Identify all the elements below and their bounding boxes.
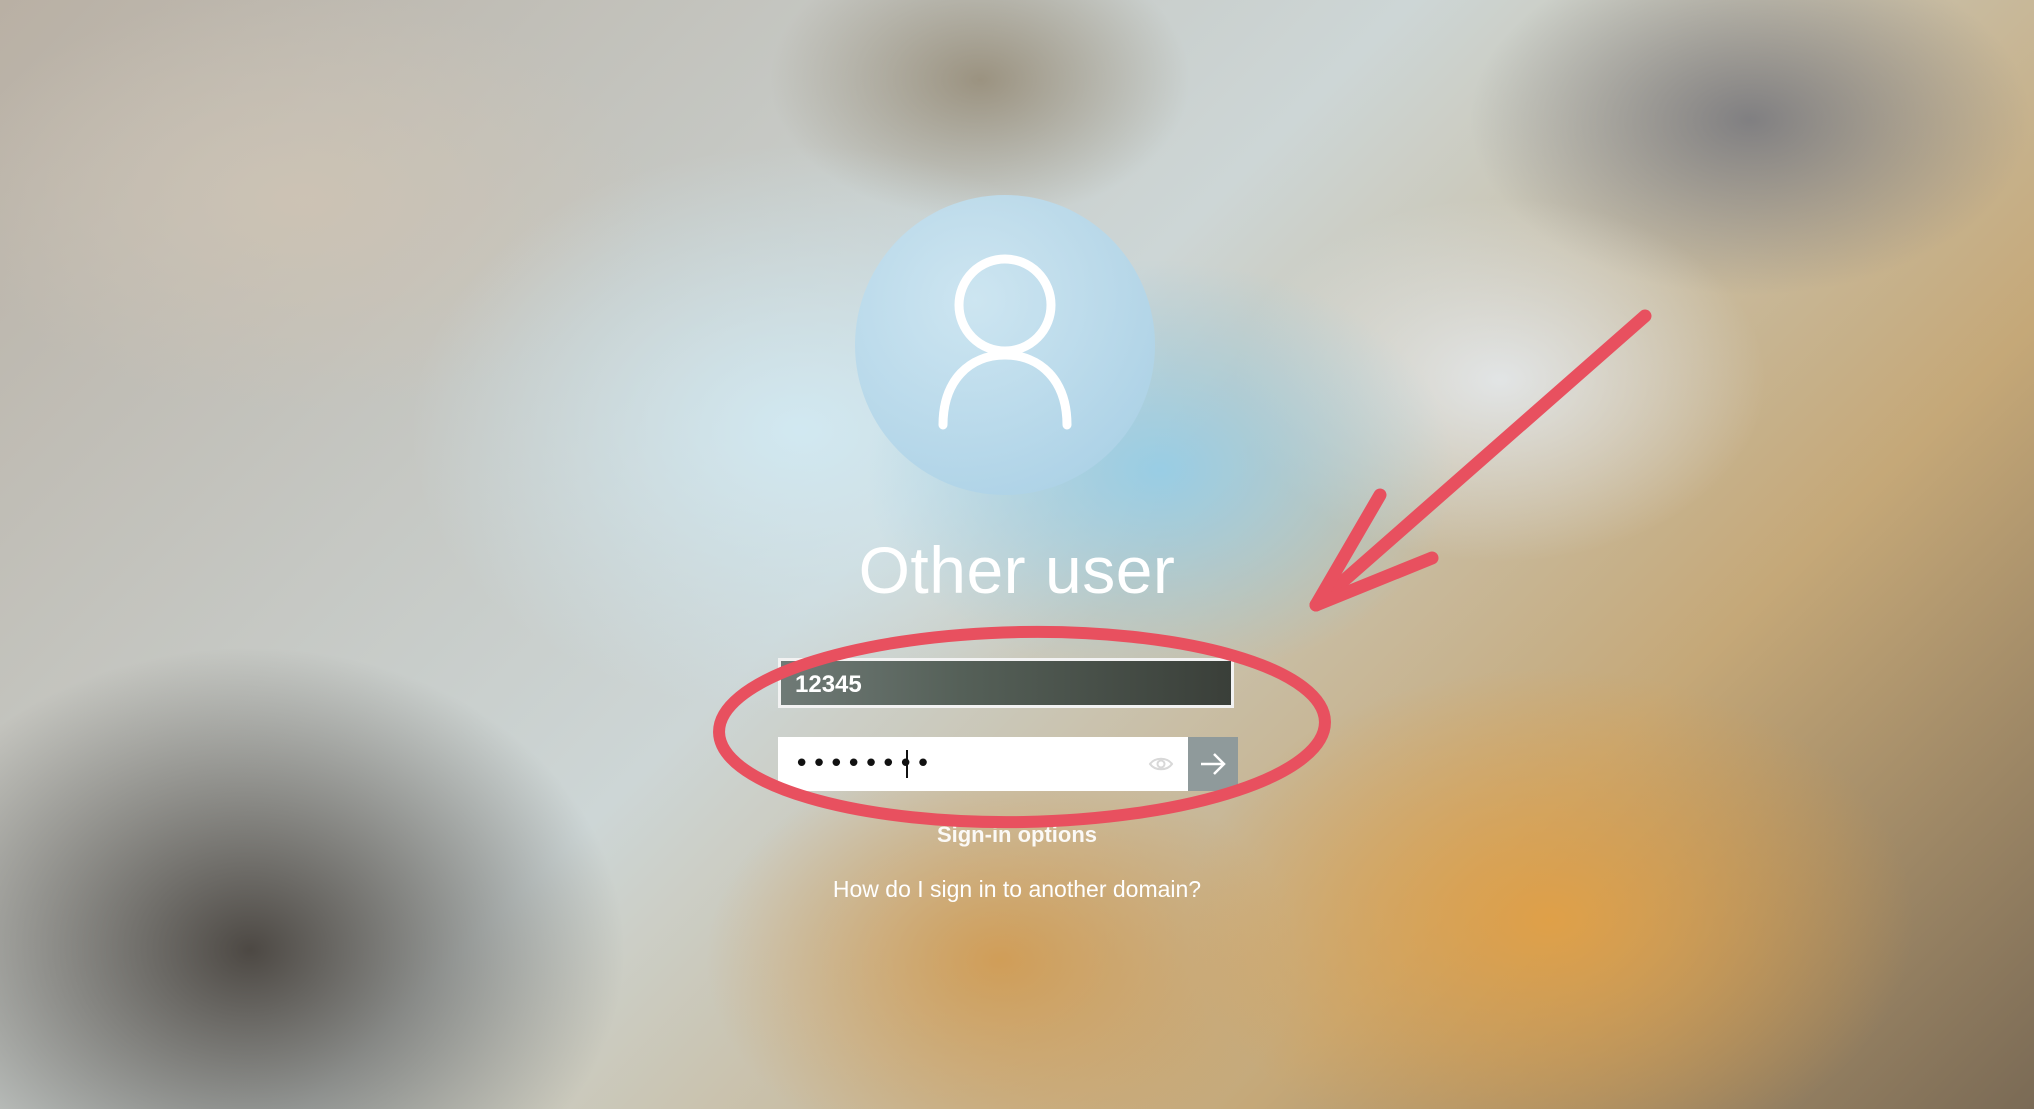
- password-input[interactable]: ••••••••: [778, 737, 1188, 791]
- text-caret: [906, 750, 908, 778]
- other-domain-link[interactable]: How do I sign in to another domain?: [0, 876, 2034, 903]
- user-avatar: [855, 195, 1155, 495]
- arrow-right-icon: [1201, 753, 1226, 775]
- username-input[interactable]: 12345: [778, 658, 1234, 708]
- submit-button[interactable]: [1188, 737, 1238, 791]
- sign-in-options-link[interactable]: Sign-in options: [0, 822, 2034, 848]
- user-icon: [938, 254, 1072, 430]
- password-masked-value: ••••••••: [794, 749, 933, 779]
- eye-icon[interactable]: [1148, 753, 1174, 775]
- password-row: ••••••••: [778, 737, 1238, 791]
- account-name: Other user: [858, 533, 1176, 607]
